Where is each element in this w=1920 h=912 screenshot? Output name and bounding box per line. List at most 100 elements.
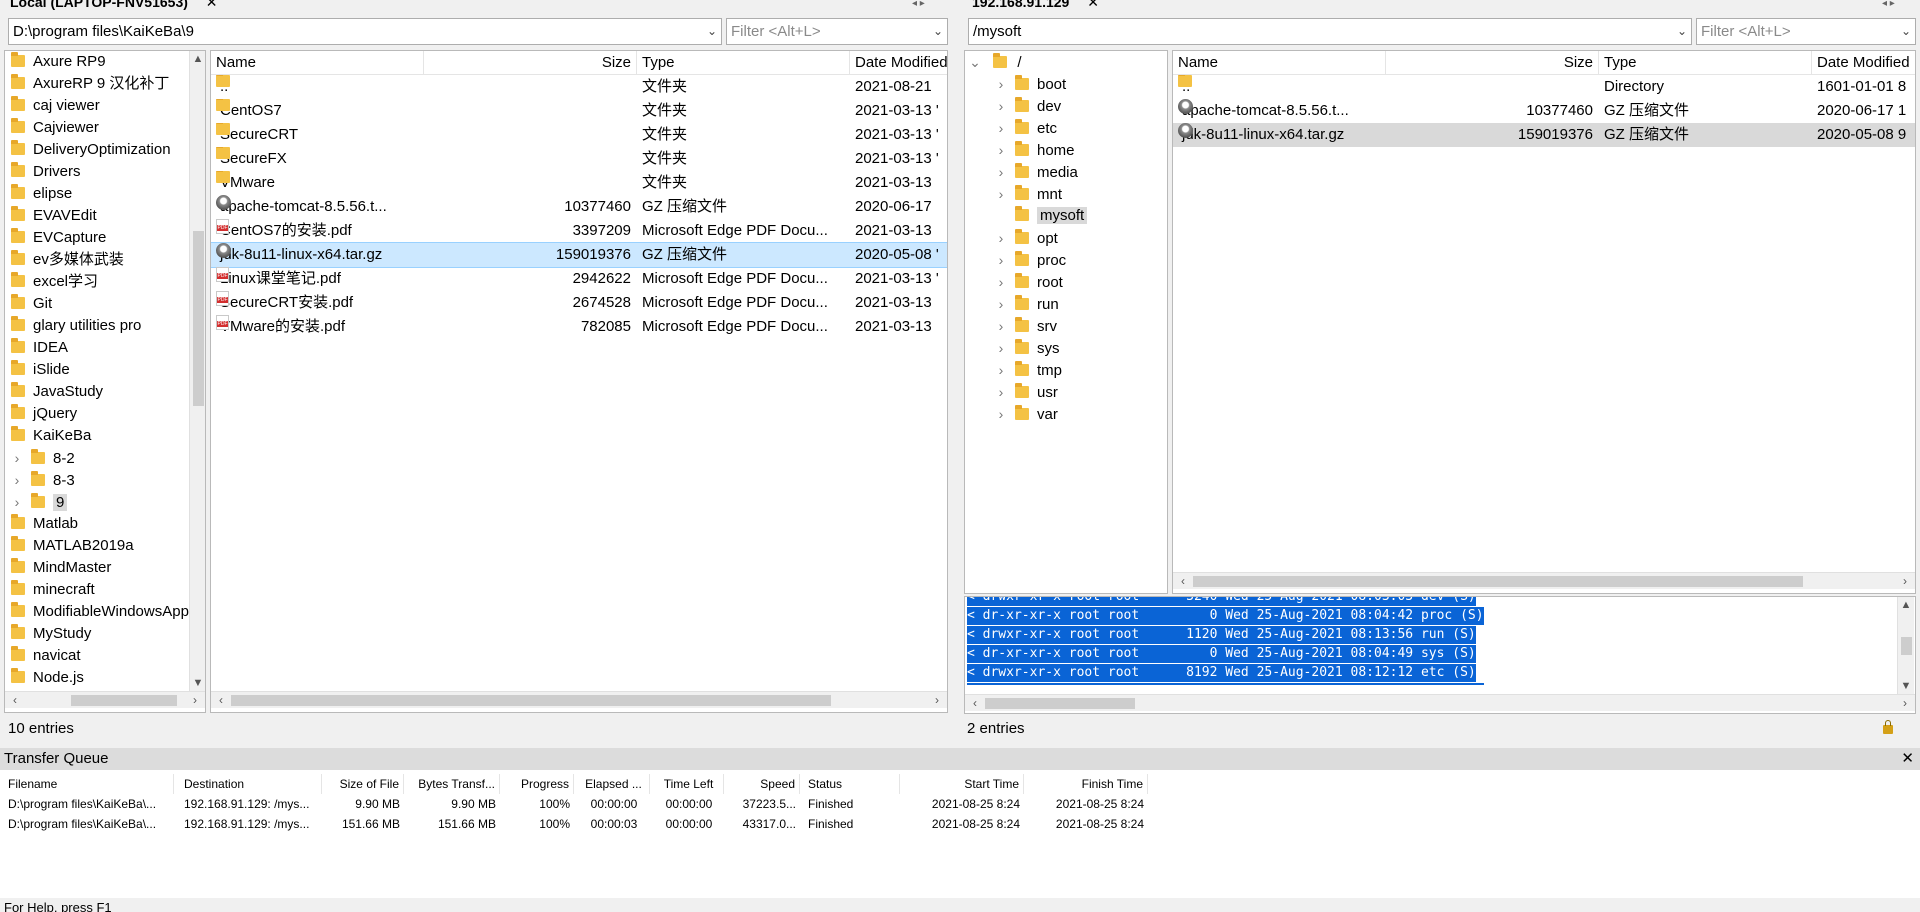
tree-item[interactable]: › etc [965,117,1167,139]
chevron-right-icon[interactable]: › [995,95,1007,117]
queue-column-header[interactable]: Status [804,774,900,794]
scroll-thumb[interactable] [1193,576,1803,587]
local-files-hscrollbar[interactable]: ‹ › [211,691,947,708]
remote-nav-arrows-icon[interactable]: ◂ ▸ [1882,0,1895,9]
file-row[interactable]: CentOS7的安装.pdf 3397209 Microsoft Edge PDF … [211,219,947,243]
tree-item[interactable]: › mnt [965,183,1167,205]
file-row[interactable]: jdk-8u11-linux-x64.tar.gz 159019376 GZ 压缩文… [211,242,947,268]
queue-column-header[interactable]: Finish Time [1028,774,1148,794]
close-remote-tab-icon[interactable]: ✕ [1087,0,1099,10]
file-row[interactable]: .. 文件夹 2021-08-21 [211,75,947,99]
log-vscrollbar[interactable]: ▲ ▼ [1897,597,1914,694]
file-row[interactable]: jdk-8u11-linux-x64.tar.gz 159019376 GZ 压缩文… [1173,123,1915,147]
scroll-right-icon[interactable]: › [1897,695,1913,712]
column-date[interactable]: Date Modified [1812,51,1915,75]
scroll-thumb[interactable] [71,695,177,706]
close-local-tab-icon[interactable]: ✕ [206,0,218,10]
column-type[interactable]: Type [1599,51,1812,75]
file-row[interactable]: Linux课堂笔记.pdf 2942622 Microsoft Edge PDF D… [211,267,947,291]
tree-item[interactable]: minecraft [5,579,189,601]
remote-path-combobox[interactable]: /mysoft ⌄ [968,18,1692,45]
queue-column-header[interactable]: Filename [4,774,174,794]
chevron-right-icon[interactable]: › [995,403,1007,425]
queue-column-header[interactable]: Elapsed ... [578,774,650,794]
chevron-right-icon[interactable]: › [995,73,1007,95]
file-row[interactable]: VMware 文件夹 2021-03-13 [211,171,947,195]
local-filter-input[interactable]: Filter <Alt+L> ⌄ [726,18,948,45]
chevron-right-icon[interactable]: › [995,359,1007,381]
file-row[interactable]: SecureCRT 文件夹 2021-03-13 ' [211,123,947,147]
scroll-left-icon[interactable]: ‹ [967,695,983,712]
tree-item[interactable]: › run [965,293,1167,315]
column-date[interactable]: Date Modified [850,51,947,75]
tree-item[interactable]: MindMaster [5,557,189,579]
scroll-left-icon[interactable]: ‹ [1175,573,1191,590]
tree-item[interactable]: mysoft [965,205,1167,227]
tree-item[interactable]: › opt [965,227,1167,249]
chevron-right-icon[interactable]: › [995,271,1007,293]
tree-item[interactable]: ev多媒体武装 [5,249,189,271]
tree-item[interactable]: IDEA [5,337,189,359]
chevron-right-icon[interactable]: › [995,161,1007,183]
local-nav-arrows-icon[interactable]: ◂ ▸ [912,0,925,9]
tree-item[interactable]: › home [965,139,1167,161]
queue-column-header[interactable]: Destination [180,774,322,794]
queue-column-header[interactable]: Size of File [328,774,404,794]
scroll-up-icon[interactable]: ▲ [190,53,205,65]
remote-files-hscrollbar[interactable]: ‹ › [1173,572,1915,589]
file-row[interactable]: .. Directory 1601-01-01 8 [1173,75,1915,99]
local-file-list[interactable]: Name Size Type Date Modified .. 文件夹 2021-0… [210,50,948,713]
tree-item[interactable]: › proc [965,249,1167,271]
scroll-right-icon[interactable]: › [187,692,203,709]
scroll-left-icon[interactable]: ‹ [7,692,23,709]
tree-item[interactable]: › dev [965,95,1167,117]
tree-item[interactable]: navicat [5,645,189,667]
remote-folder-tree[interactable]: ⌄ / › boot › dev › etc › home › media › mnt mysoft › o… [964,50,1168,594]
tree-item[interactable]: › 8-3 [5,469,189,491]
tree-item[interactable]: › tmp [965,359,1167,381]
file-row[interactable]: CentOS7 文件夹 2021-03-13 ' [211,99,947,123]
chevron-right-icon[interactable]: › [995,227,1007,249]
local-pane-title[interactable]: Local (LAPTOP-FNV51653) ✕ [10,0,740,11]
column-type[interactable]: Type [637,51,850,75]
chevron-down-icon[interactable]: ⌄ [933,19,943,44]
tree-item[interactable]: › 8-2 [5,447,189,469]
column-size[interactable]: Size [1386,51,1599,75]
local-tree-vscrollbar[interactable]: ▲ ▼ [189,51,205,691]
scroll-up-icon[interactable]: ▲ [1898,599,1914,611]
queue-column-header[interactable]: Bytes Transf... [410,774,500,794]
tree-item[interactable]: DeliveryOptimization [5,139,189,161]
tree-item[interactable]: caj viewer [5,95,189,117]
tree-item[interactable]: › 9 [5,491,189,513]
chevron-right-icon[interactable]: › [995,183,1007,205]
tree-item[interactable]: Matlab [5,513,189,535]
tree-item[interactable]: Git [5,293,189,315]
scroll-thumb[interactable] [231,695,831,706]
tree-item[interactable]: EVCapture [5,227,189,249]
chevron-right-icon[interactable]: › [995,381,1007,403]
tree-item[interactable]: EVAVEdit [5,205,189,227]
tree-item[interactable]: KaiKeBa [5,425,189,447]
chevron-down-icon[interactable]: ⌄ [707,19,717,44]
tree-item[interactable]: AxureRP 9 汉化补丁 [5,73,189,95]
tree-item[interactable]: MyStudy [5,623,189,645]
scroll-left-icon[interactable]: ‹ [213,692,229,709]
chevron-right-icon[interactable]: › [11,469,23,491]
queue-column-header[interactable]: Start Time [904,774,1024,794]
chevron-right-icon[interactable]: › [11,491,23,513]
tree-item[interactable]: iSlide [5,359,189,381]
file-row[interactable]: apache-tomcat-8.5.56.t... 10377460 GZ 压缩文件… [1173,99,1915,123]
tree-item[interactable]: Drivers [5,161,189,183]
local-tree-hscrollbar[interactable]: ‹ › [5,691,205,708]
scroll-down-icon[interactable]: ▼ [190,677,205,689]
chevron-down-icon[interactable]: ⌄ [969,51,981,73]
remote-filter-input[interactable]: Filter <Alt+L> ⌄ [1696,18,1916,45]
chevron-right-icon[interactable]: › [995,315,1007,337]
local-folder-tree[interactable]: Axure RP9 AxureRP 9 汉化补丁 caj viewer Cajview… [4,50,206,713]
tree-item[interactable]: ModifiableWindowsApps [5,601,196,623]
queue-column-header[interactable]: Time Left [654,774,724,794]
chevron-right-icon[interactable]: › [995,117,1007,139]
scroll-thumb[interactable] [1901,637,1912,655]
close-icon[interactable]: ✕ [1901,748,1914,770]
chevron-right-icon[interactable]: › [11,447,23,469]
